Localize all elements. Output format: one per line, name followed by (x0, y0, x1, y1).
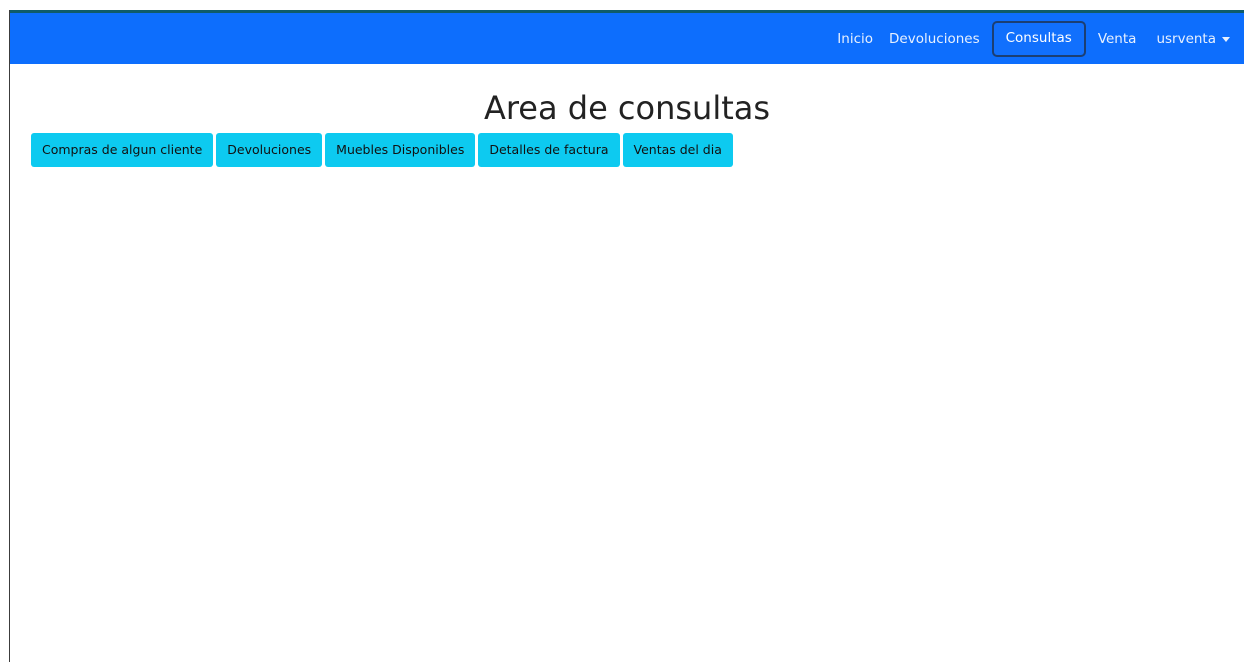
user-dropdown-label: usrventa (1156, 30, 1216, 47)
nav-link-inicio[interactable]: Inicio (829, 22, 881, 56)
page-title: Area de consultas (483, 89, 771, 127)
nav-link-venta[interactable]: Venta (1090, 22, 1145, 56)
muebles-disponibles-button[interactable]: Muebles Disponibles (325, 133, 476, 167)
compras-cliente-button[interactable]: Compras de algun cliente (31, 133, 214, 167)
query-button-group: Compras de algun cliente Devoluciones Mu… (31, 133, 733, 167)
ventas-dia-button[interactable]: Ventas del dia (622, 133, 733, 167)
user-dropdown[interactable]: usrventa (1144, 22, 1244, 56)
nav-link-devoluciones[interactable]: Devoluciones (881, 22, 988, 56)
caret-down-icon (1222, 37, 1230, 42)
nav-link-consultas[interactable]: Consultas (991, 20, 1086, 57)
top-navbar: Inicio Devoluciones Consultas Venta usrv… (10, 10, 1244, 64)
nav-menu: Inicio Devoluciones Consultas Venta usrv… (829, 13, 1244, 64)
devoluciones-button[interactable]: Devoluciones (216, 133, 323, 167)
detalles-factura-button[interactable]: Detalles de factura (478, 133, 620, 167)
window-top-strip (0, 0, 1244, 10)
